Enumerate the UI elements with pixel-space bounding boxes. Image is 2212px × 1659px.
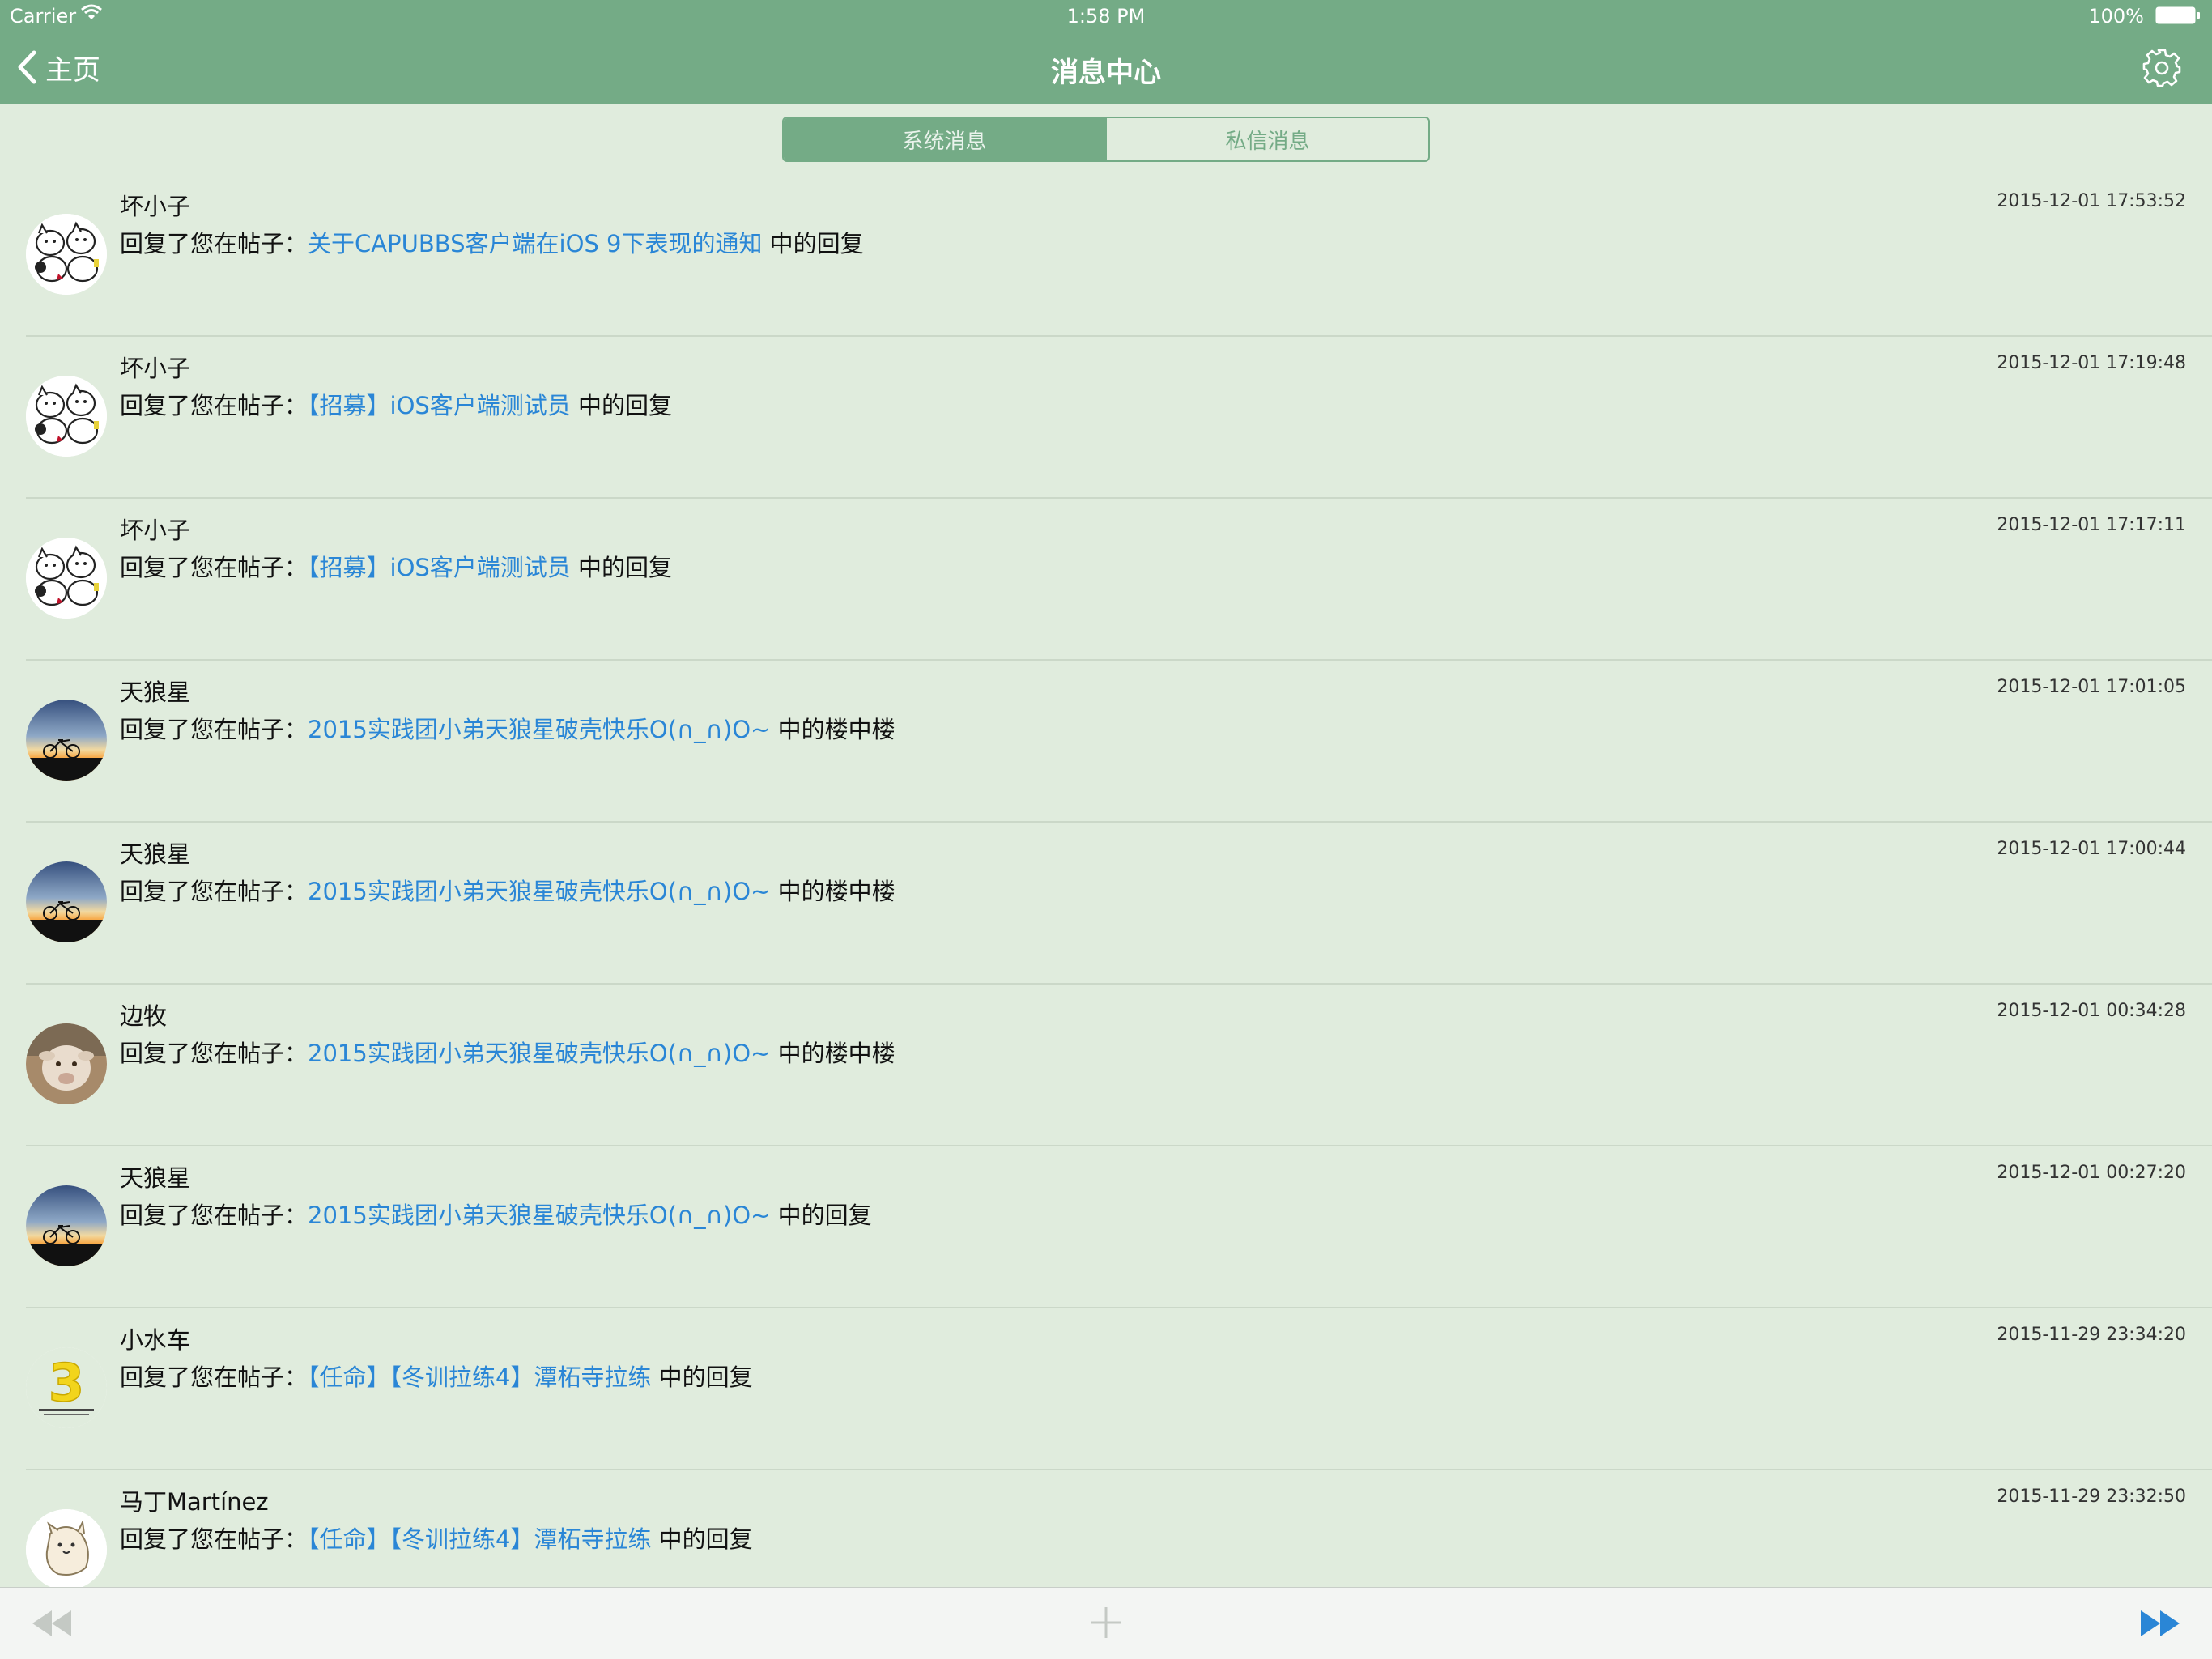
message-timestamp: 2015-11-29 23:32:50 xyxy=(1997,1487,2186,1507)
post-title-link[interactable]: 2015实践团小弟天狼星破壳快乐O(∩_∩)O~ xyxy=(308,1040,770,1067)
gear-icon[interactable] xyxy=(2141,47,2183,89)
avatar[interactable] xyxy=(26,1023,107,1104)
rewind-icon[interactable] xyxy=(29,1607,74,1640)
message-sender[interactable]: 小水车 xyxy=(120,1321,190,1355)
message-suffix: 中的回复 xyxy=(570,554,673,581)
navigation-bar: 主页 消息中心 xyxy=(0,32,2212,104)
battery-icon xyxy=(2155,6,2200,24)
back-label: 主页 xyxy=(45,53,100,87)
message-suffix: 中的回复 xyxy=(651,1363,753,1391)
message-sender[interactable]: 天狼星 xyxy=(120,1159,190,1193)
message-row[interactable]: 3 小水车回复了您在帖子：【任命】【冬训拉练4】潭柘寺拉练 中的回复 2015-11… xyxy=(26,1308,2212,1470)
message-row[interactable]: 边牧 回复了您在帖子：2015实践团小弟天狼星破壳快乐O(∩_∩)O~ 中的楼中楼… xyxy=(26,985,2212,1146)
post-title-link[interactable]: 关于CAPUBBS客户端在iOS 9下表现的通知 xyxy=(308,230,762,257)
message-text: 回复了您在帖子：【招募】iOS客户端测试员 中的回复 xyxy=(120,387,672,421)
message-timestamp: 2015-11-29 23:34:20 xyxy=(1997,1325,2186,1345)
message-text: 回复了您在帖子：2015实践团小弟天狼星破壳快乐O(∩_∩)O~ 中的楼中楼 xyxy=(120,873,895,907)
message-text: 回复了您在帖子：【任命】【冬训拉练4】潭柘寺拉练 中的回复 xyxy=(120,1521,753,1555)
message-row[interactable]: 坏小子 回复了您在帖子：【招募】iOS客户端测试员 中的回复 2015-12-01 … xyxy=(26,499,2212,661)
message-prefix: 回复了您在帖子： xyxy=(120,1040,308,1067)
avatar[interactable] xyxy=(26,1185,107,1266)
post-title-link[interactable]: 2015实践团小弟天狼星破壳快乐O(∩_∩)O~ xyxy=(308,878,770,905)
message-row[interactable]: 天狼星回复了您在帖子：2015实践团小弟天狼星破壳快乐O(∩_∩)O~ 中的回复… xyxy=(26,1146,2212,1308)
message-prefix: 回复了您在帖子： xyxy=(120,554,308,581)
svg-text:3: 3 xyxy=(49,1354,85,1414)
status-time: 1:58 PM xyxy=(1066,5,1146,28)
back-button[interactable]: 主页 xyxy=(16,49,100,87)
message-prefix: 回复了您在帖子： xyxy=(120,1363,308,1391)
message-timestamp: 2015-12-01 00:34:28 xyxy=(1997,1001,2186,1021)
message-row[interactable]: 天狼星 回复了您在帖子：2015实践团小弟天狼星破壳快乐O(∩_∩)O~ 中的楼中… xyxy=(26,661,2212,823)
page-title: 消息中心 xyxy=(1051,57,1161,89)
status-bar: Carrier 1:58 PM 100% xyxy=(0,0,2212,32)
message-timestamp: 2015-12-01 17:19:48 xyxy=(1997,353,2186,373)
segment-system-messages[interactable]: 系统消息 xyxy=(784,118,1105,160)
message-sender[interactable]: 坏小子 xyxy=(120,188,190,222)
message-sender[interactable]: 边牧 xyxy=(120,998,167,1032)
message-list: 坏小子 回复了您在帖子：关于CAPUBBS客户端在iOS 9下表现的通知 中的回复… xyxy=(0,175,2212,1631)
message-type-segmented-control: 系统消息 私信消息 xyxy=(782,117,1430,162)
post-title-link[interactable]: 【任命】【冬训拉练4】潭柘寺拉练 xyxy=(308,1525,651,1553)
message-suffix: 中的回复 xyxy=(770,1202,872,1229)
message-sender[interactable]: 坏小子 xyxy=(120,512,190,546)
post-title-link[interactable]: 【招募】iOS客户端测试员 xyxy=(308,554,571,581)
message-prefix: 回复了您在帖子： xyxy=(120,1525,308,1553)
message-prefix: 回复了您在帖子： xyxy=(120,1202,308,1229)
avatar[interactable] xyxy=(26,700,107,781)
avatar[interactable] xyxy=(26,538,107,619)
message-prefix: 回复了您在帖子： xyxy=(120,392,308,419)
message-sender[interactable]: 天狼星 xyxy=(120,836,190,870)
message-suffix: 中的楼中楼 xyxy=(770,1040,895,1067)
message-text: 回复了您在帖子：【任命】【冬训拉练4】潭柘寺拉练 中的回复 xyxy=(120,1359,753,1393)
message-suffix: 中的回复 xyxy=(762,230,864,257)
bottom-toolbar xyxy=(0,1587,2212,1659)
message-suffix: 中的回复 xyxy=(570,392,673,419)
message-timestamp: 2015-12-01 17:53:52 xyxy=(1997,191,2186,211)
message-row[interactable]: 天狼星 回复了您在帖子：2015实践团小弟天狼星破壳快乐O(∩_∩)O~ 中的楼中… xyxy=(26,823,2212,985)
message-sender[interactable]: 天狼星 xyxy=(120,674,190,708)
avatar[interactable]: 3 xyxy=(26,1347,107,1428)
message-row[interactable]: 坏小子 回复了您在帖子：关于CAPUBBS客户端在iOS 9下表现的通知 中的回复… xyxy=(26,175,2212,337)
avatar[interactable] xyxy=(26,1509,107,1590)
message-timestamp: 2015-12-01 17:00:44 xyxy=(1997,839,2186,859)
segment-private-messages[interactable]: 私信消息 xyxy=(1105,118,1428,160)
message-text: 回复了您在帖子：关于CAPUBBS客户端在iOS 9下表现的通知 中的回复 xyxy=(120,225,864,259)
message-row[interactable]: 坏小子 回复了您在帖子：【招募】iOS客户端测试员 中的回复 2015-12-01 … xyxy=(26,337,2212,499)
message-text: 回复了您在帖子：2015实践团小弟天狼星破壳快乐O(∩_∩)O~ 中的回复 xyxy=(120,1197,872,1231)
message-sender[interactable]: 马丁Martínez xyxy=(120,1483,269,1517)
chevron-left-icon xyxy=(18,50,36,84)
message-timestamp: 2015-12-01 00:27:20 xyxy=(1997,1163,2186,1183)
message-timestamp: 2015-12-01 17:01:05 xyxy=(1997,677,2186,697)
post-title-link[interactable]: 2015实践团小弟天狼星破壳快乐O(∩_∩)O~ xyxy=(308,1202,770,1229)
avatar[interactable] xyxy=(26,214,107,295)
message-prefix: 回复了您在帖子： xyxy=(120,716,308,743)
message-suffix: 中的楼中楼 xyxy=(770,716,895,743)
message-suffix: 中的回复 xyxy=(651,1525,753,1553)
post-title-link[interactable]: 2015实践团小弟天狼星破壳快乐O(∩_∩)O~ xyxy=(308,716,770,743)
avatar[interactable] xyxy=(26,861,107,942)
plus-icon[interactable] xyxy=(1087,1604,1125,1641)
message-prefix: 回复了您在帖子： xyxy=(120,230,308,257)
battery-percent: 100% xyxy=(2088,5,2144,28)
message-sender[interactable]: 坏小子 xyxy=(120,350,190,384)
avatar[interactable] xyxy=(26,376,107,457)
message-text: 回复了您在帖子：2015实践团小弟天狼星破壳快乐O(∩_∩)O~ 中的楼中楼 xyxy=(120,711,895,745)
message-prefix: 回复了您在帖子： xyxy=(120,878,308,905)
post-title-link[interactable]: 【招募】iOS客户端测试员 xyxy=(308,392,571,419)
message-text: 回复了您在帖子：【招募】iOS客户端测试员 中的回复 xyxy=(120,549,672,583)
top-bar: Carrier 1:58 PM 100% 主页 消息中心 xyxy=(0,0,2212,104)
message-suffix: 中的楼中楼 xyxy=(770,878,895,905)
message-timestamp: 2015-12-01 17:17:11 xyxy=(1997,515,2186,535)
post-title-link[interactable]: 【任命】【冬训拉练4】潭柘寺拉练 xyxy=(308,1363,651,1391)
fast-forward-icon[interactable] xyxy=(2138,1607,2183,1640)
message-text: 回复了您在帖子：2015实践团小弟天狼星破壳快乐O(∩_∩)O~ 中的楼中楼 xyxy=(120,1035,895,1069)
